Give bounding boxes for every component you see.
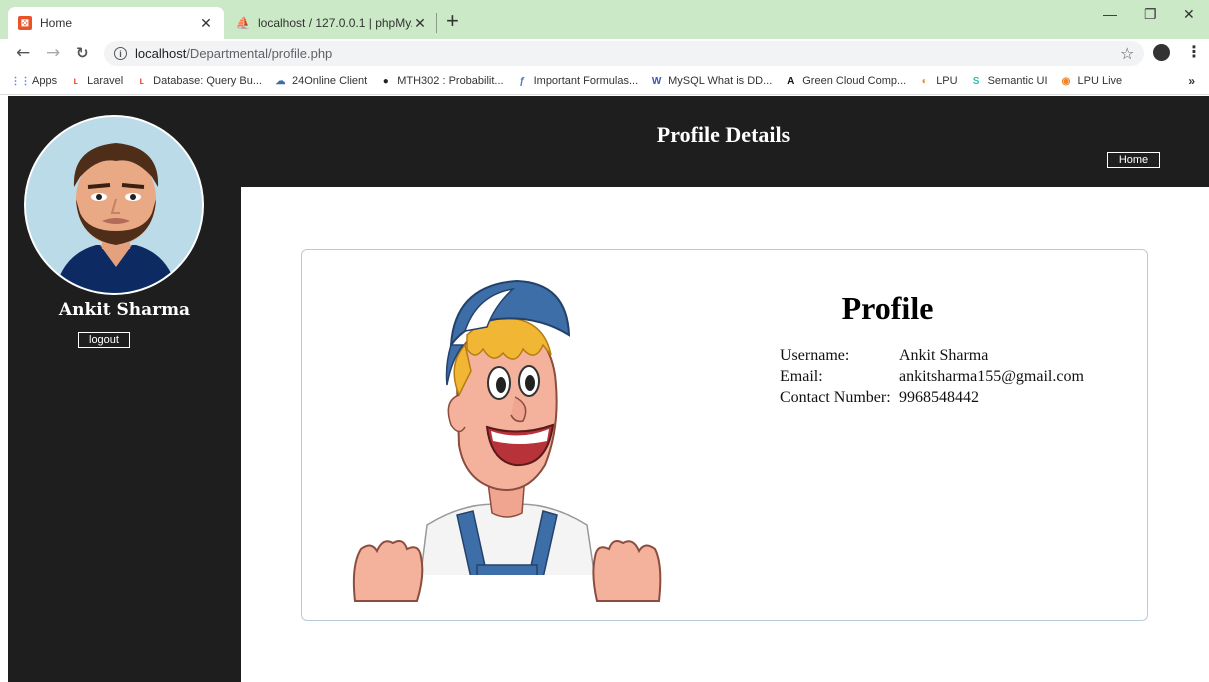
apps-grid-icon: ⋮⋮ [10,75,31,87]
minimize-icon[interactable]: — [1103,6,1117,22]
bookmark-label: Apps [32,75,58,87]
contact-number-value: 9968548442 [899,389,979,406]
bookmark-label: 24Online Client [292,75,368,87]
tab-title: Home [40,16,73,30]
close-window-icon[interactable]: ✕ [1183,6,1195,23]
laravel-icon: ʟ [73,75,78,87]
logout-button[interactable]: logout [78,332,130,348]
lpu-icon: ◐ [921,75,928,87]
browser-tab-bar: ⊠ Home ✕ ⛵ localhost / 127.0.0.1 | phpMy… [0,0,1209,39]
profile-row-username: Username: Ankit Sharma [780,346,1086,367]
phpmyadmin-favicon-icon: ⛵ [235,16,251,30]
close-tab-icon[interactable]: ✕ [198,15,214,32]
bookmark-item[interactable]: ◉ LPU Live [1060,75,1123,88]
close-tab-icon[interactable]: ✕ [412,15,428,32]
bookmark-item[interactable]: A Green Cloud Comp... [784,75,906,88]
bookmark-label: LPU Live [1077,75,1123,87]
bookmark-item[interactable]: ʟ Database: Query Bu... [135,75,262,88]
github-icon: ● [382,75,389,87]
new-tab-icon[interactable]: + [446,8,459,34]
page-title: Profile Details [656,122,791,147]
home-button[interactable]: Home [1107,152,1160,168]
bookmark-item[interactable]: ◐ LPU [918,75,958,88]
page-body: Ankit Sharma logout Profile Details Home [0,96,1209,682]
bookmark-star-icon[interactable]: ☆ [1120,44,1134,63]
profile-heading: Profile [841,290,934,326]
email-value: ankitsharma155@gmail.com [899,368,1084,385]
bookmark-item[interactable]: W MySQL What is DD... [650,75,772,88]
profile-row-contact: Contact Number: 9968548442 [780,388,1086,409]
cloud-icon: ☁ [275,75,286,87]
restore-icon[interactable]: ❐ [1144,6,1157,23]
avatar-illustration-icon [26,117,202,293]
bookmark-label: MySQL What is DD... [668,75,773,87]
tab-separator [436,13,437,33]
bookmark-item[interactable]: ⋮⋮ Apps [10,75,58,88]
bookmark-label: Green Cloud Comp... [802,75,907,87]
tab-phpmyadmin[interactable]: ⛵ localhost / 127.0.0.1 | phpMyAdm ✕ [228,7,436,39]
contact-number-label: Contact Number: [780,389,891,406]
bookmark-label: LPU [936,75,958,87]
reload-icon[interactable]: ↻ [76,44,89,62]
back-arrow-icon[interactable]: ← [16,43,30,63]
a-icon: A [787,75,795,87]
site-info-icon[interactable]: i [114,47,127,60]
bookmark-item[interactable]: ☁ 24Online Client [274,75,368,88]
account-icon[interactable] [1153,44,1170,61]
bookmark-label: MTH302 : Probabilit... [397,75,504,87]
bookmark-item[interactable]: ● MTH302 : Probabilit... [379,75,504,88]
bookmark-item[interactable]: S Semantic UI [970,75,1048,88]
cartoon-worker-image [347,275,667,606]
url-path: /Departmental/profile.php [186,46,333,61]
bookmark-item[interactable]: ʟ Laravel [69,75,123,88]
formula-icon: ƒ [519,75,525,87]
email-label: Email: [780,368,823,385]
address-bar[interactable]: i localhost/Departmental/profile.php [104,41,1144,66]
tab-title: localhost / 127.0.0.1 | phpMyAdm [258,16,412,30]
username-value: Ankit Sharma [899,347,989,364]
bookmark-label: Semantic UI [987,75,1048,87]
profile-row-email: Email: ankitsharma155@gmail.com [780,367,1086,388]
xampp-favicon-icon: ⊠ [18,16,32,30]
url-host: localhost [135,46,187,61]
bookmarks-overflow-icon[interactable]: » [1188,74,1195,88]
browser-toolbar: ← → ↻ i localhost/Departmental/profile.p… [0,39,1209,68]
profile-card: Profile Username: Ankit Sharma Email: an… [301,249,1148,621]
bookmark-label: Database: Query Bu... [153,75,262,87]
profile-info-table: Username: Ankit Sharma Email: ankitsharm… [780,346,1086,409]
bookmarks-bar: ⋮⋮ Apps ʟ Laravel ʟ Database: Query Bu... ☁ 24O… [0,68,1209,95]
lpu-live-icon: ◉ [1061,75,1071,87]
user-name: Ankit Sharma [58,300,191,320]
username-label: Username: [780,347,850,364]
s-icon: S [972,75,980,87]
sidebar: Ankit Sharma logout [8,96,241,682]
w-icon: W [651,75,662,87]
page-header: Profile Details Home [241,96,1209,187]
laravel-icon: ʟ [139,75,144,87]
bookmark-item[interactable]: ƒ Important Formulas... [516,75,639,88]
bookmark-label: Laravel [87,75,124,87]
user-avatar [24,115,204,295]
browser-menu-icon[interactable]: ⋮ [1186,42,1202,61]
tab-home[interactable]: ⊠ Home ✕ [8,7,224,39]
bookmark-label: Important Formulas... [533,75,639,87]
forward-arrow-icon[interactable]: → [46,43,60,63]
cartoon-worker-icon [347,279,667,606]
